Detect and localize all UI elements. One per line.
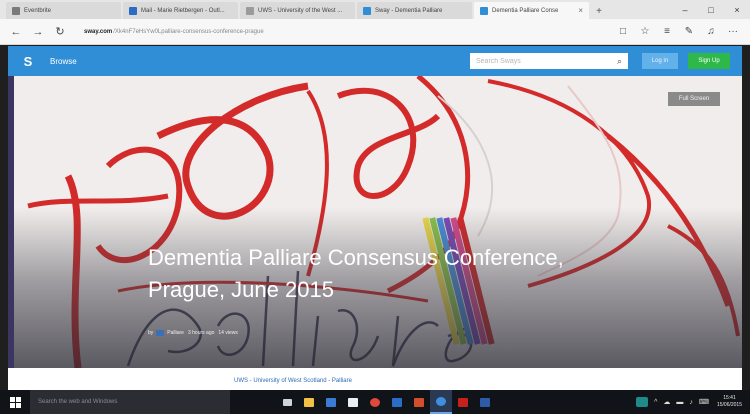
- reading-view-icon[interactable]: □: [612, 26, 634, 37]
- meta-views: 14 views: [218, 330, 238, 336]
- address-bar: ← → ↻ sway.com /Xk4nF7eHsYw0Lpalliare-co…: [0, 19, 750, 45]
- keyboard-icon[interactable]: ⌨: [699, 398, 709, 406]
- minimize-icon[interactable]: –: [672, 5, 698, 15]
- file-explorer-icon[interactable]: [298, 390, 320, 414]
- browse-link[interactable]: Browse: [50, 57, 77, 66]
- acrobat-icon[interactable]: [452, 390, 474, 414]
- store-icon[interactable]: [320, 390, 342, 414]
- screen: Eventbrite Mail - Marie Rietbergen - Out…: [0, 0, 750, 414]
- browser-tab[interactable]: Eventbrite: [6, 2, 121, 19]
- url-path: /Xk4nF7eHsYw0Lpalliare-consensus-confere…: [113, 28, 264, 35]
- sway-meta: by Palliare 3 hours ago 14 views: [148, 330, 238, 336]
- search-box: ⌕: [470, 53, 628, 69]
- onedrive-icon[interactable]: ☁: [663, 398, 670, 406]
- browser-tab[interactable]: Sway - Dementia Palliare: [357, 2, 472, 19]
- taskbar-search-field[interactable]: Search the web and Windows: [30, 390, 230, 414]
- system-tray: ^ ☁ ▬ ♪ ⌨ 15:41 15/06/2015: [630, 395, 750, 409]
- uws-link[interactable]: UWS - University of West Scotland - Pall…: [234, 378, 352, 384]
- windows-taskbar: Search the web and Windows ^ ☁ ▬ ♪ ⌨ 15:…: [0, 390, 750, 414]
- more-icon[interactable]: ···: [722, 26, 744, 37]
- tab-favicon-icon: [363, 6, 371, 15]
- mail-icon[interactable]: [342, 390, 364, 414]
- hero-gradient-overlay: [8, 76, 742, 368]
- task-view-icon[interactable]: [276, 390, 298, 414]
- author-avatar-icon: [156, 330, 165, 336]
- tray-chevron-icon[interactable]: ^: [654, 399, 657, 406]
- tab-favicon-icon: [129, 6, 137, 15]
- volume-icon[interactable]: ♪: [689, 399, 693, 406]
- word-icon[interactable]: [474, 390, 496, 414]
- sway-logo-icon[interactable]: S: [20, 53, 36, 69]
- battery-icon[interactable]: ▬: [676, 399, 683, 406]
- full-screen-button[interactable]: Full Screen: [668, 92, 720, 106]
- outlook-icon[interactable]: [386, 390, 408, 414]
- hub-icon[interactable]: ≡: [656, 26, 678, 37]
- sway-header: S Browse ⌕ Log in Sign Up: [8, 46, 742, 76]
- signup-button[interactable]: Sign Up: [688, 53, 730, 69]
- login-button[interactable]: Log in: [642, 53, 678, 69]
- clock-time: 15:41: [723, 395, 736, 401]
- tab-favicon-icon: [12, 6, 20, 15]
- new-tab-button[interactable]: +: [591, 3, 607, 19]
- browser-tab-strip: Eventbrite Mail - Marie Rietbergen - Out…: [0, 0, 750, 19]
- refresh-icon[interactable]: ↻: [50, 22, 70, 42]
- browser-toolbar-right: □ ☆ ≡ ✎ ♫ ···: [612, 26, 744, 37]
- chrome-icon[interactable]: [364, 390, 386, 414]
- maximize-icon[interactable]: □: [698, 5, 724, 15]
- taskbar-apps: [276, 390, 496, 414]
- close-icon[interactable]: ×: [724, 5, 750, 15]
- hero-edge-bar: [8, 76, 14, 368]
- tab-favicon-icon: [480, 6, 488, 15]
- tab-close-icon[interactable]: ×: [578, 6, 583, 15]
- url-domain: sway.com: [84, 28, 113, 35]
- browser-tab-active[interactable]: Dementia Palliare Conse ×: [474, 2, 589, 19]
- tab-label: Mail - Marie Rietbergen - Outl...: [141, 7, 225, 14]
- clock-date: 15/06/2015: [716, 402, 742, 408]
- tab-label: Eventbrite: [24, 7, 52, 14]
- forward-icon[interactable]: →: [28, 22, 48, 42]
- powerpoint-icon[interactable]: [408, 390, 430, 414]
- meta-time: 3 hours ago: [187, 330, 215, 336]
- web-note-icon[interactable]: ✎: [678, 26, 700, 37]
- windows-start-icon[interactable]: [0, 390, 30, 414]
- meta-author[interactable]: Palliare: [167, 330, 184, 336]
- tab-favicon-icon: [246, 6, 254, 15]
- tab-label: Sway - Dementia Palliare: [375, 7, 443, 14]
- search-input[interactable]: [476, 57, 617, 65]
- meta-by: by: [148, 330, 154, 336]
- window-controls: – □ ×: [672, 0, 750, 19]
- hero-banner: Full Screen Dementia Palliare Consensus …: [8, 76, 742, 368]
- browser-tab[interactable]: Mail - Marie Rietbergen - Outl...: [123, 2, 238, 19]
- search-icon[interactable]: ⌕: [617, 56, 622, 67]
- share-icon[interactable]: ♫: [700, 26, 722, 37]
- hero-title: Dementia Palliare Consensus Conference, …: [148, 245, 564, 302]
- tab-label: Dementia Palliare Conse: [492, 7, 559, 14]
- url-field[interactable]: sway.com /Xk4nF7eHsYw0Lpalliare-consensu…: [78, 23, 548, 41]
- sway-app-icon[interactable]: [636, 397, 649, 407]
- content-strip: UWS - University of West Scotland - Pall…: [8, 368, 742, 390]
- back-icon[interactable]: ←: [6, 22, 26, 42]
- clock[interactable]: 15:41 15/06/2015: [717, 395, 742, 409]
- favorite-star-icon[interactable]: ☆: [634, 26, 656, 37]
- browser-tab[interactable]: UWS - University of the West ...: [240, 2, 355, 19]
- tab-label: UWS - University of the West ...: [258, 7, 343, 14]
- edge-icon[interactable]: [430, 390, 452, 414]
